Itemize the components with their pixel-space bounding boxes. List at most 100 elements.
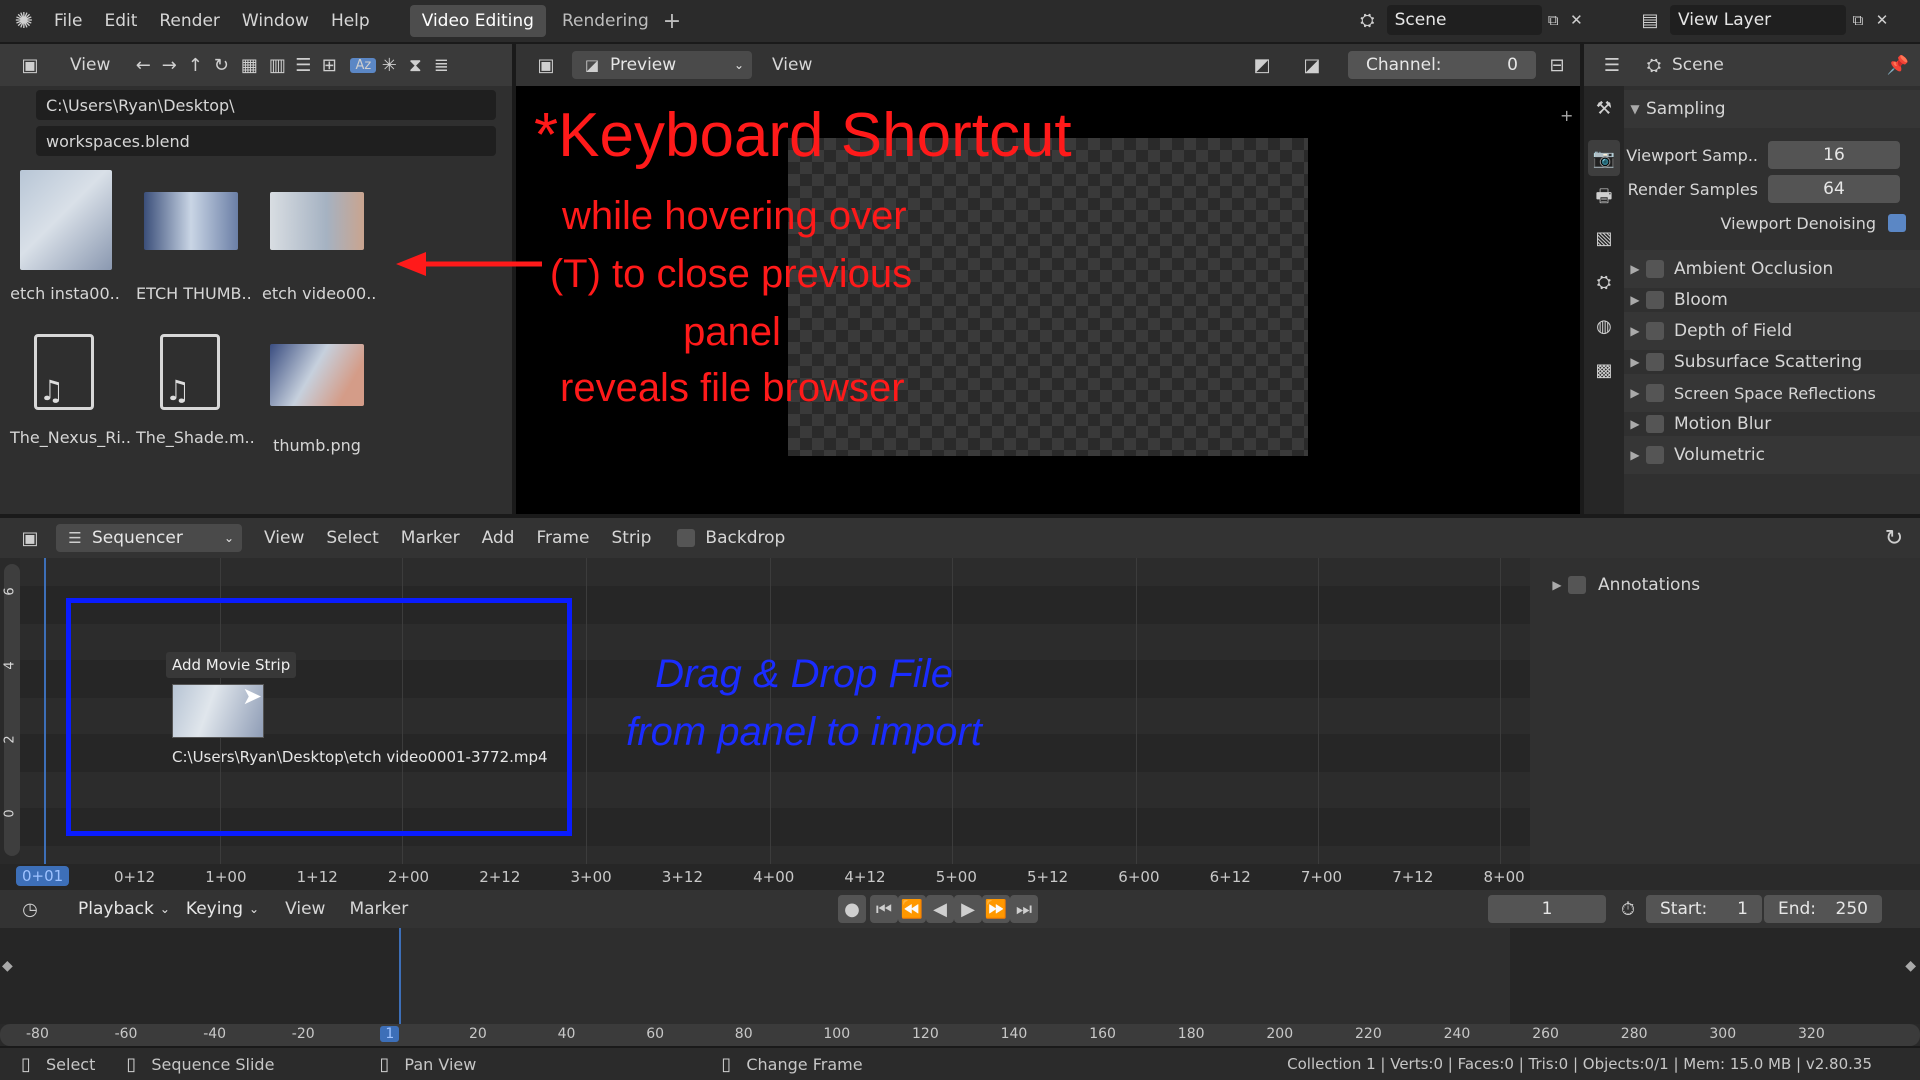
menu-select[interactable]: Select	[326, 528, 378, 548]
copy-icon[interactable]: ⧉	[1542, 11, 1565, 29]
pin-icon[interactable]: 📌	[1886, 55, 1910, 76]
editor-type-icon[interactable]: ▣	[10, 55, 50, 76]
start-frame-field[interactable]: Start: 1	[1646, 895, 1762, 923]
refresh-icon[interactable]: ↻	[208, 55, 234, 76]
channel-scrollbar[interactable]: 6 4 2 0	[3, 564, 20, 856]
enable-checkbox[interactable]	[1646, 353, 1664, 371]
channel-field[interactable]: Channel: 0	[1348, 51, 1536, 79]
menu-window[interactable]: Window	[242, 11, 309, 31]
timeline-marker-menu[interactable]: Marker	[349, 899, 408, 919]
sequencer-type-dropdown[interactable]: ☰ Sequencer ⌄	[56, 524, 242, 552]
timeline-ruler[interactable]: -80 -60 -40 -20 1 20 40 60 80 100 120 140 160 180 200 2…	[0, 1024, 1920, 1046]
menu-edit[interactable]: Edit	[104, 11, 137, 31]
current-frame-field[interactable]: 1	[1488, 895, 1606, 923]
tab-video-editing[interactable]: Video Editing	[409, 5, 546, 37]
view-layer-selector[interactable]: ▤ View Layer ⧉ ✕	[1630, 4, 1918, 36]
playback-menu[interactable]: Playback ⌄	[70, 899, 178, 919]
prev-keyframe-icon[interactable]: ⏪	[898, 895, 926, 923]
path-field[interactable]: C:\Users\Ryan\Desktop\	[36, 90, 496, 120]
enable-checkbox[interactable]	[1646, 291, 1664, 309]
sort-size-icon[interactable]: ≣	[428, 55, 454, 76]
annotations-checkbox[interactable]	[1568, 576, 1586, 594]
enable-checkbox[interactable]	[1646, 415, 1664, 433]
preview-view-menu[interactable]: View	[772, 55, 812, 75]
scene-name-field[interactable]: Scene	[1386, 5, 1542, 35]
sort-time-icon[interactable]: ⧗	[402, 55, 428, 76]
play-icon[interactable]: ▶	[954, 895, 982, 923]
timeline-area[interactable]: ◆ ◆	[0, 928, 1920, 1024]
enable-checkbox[interactable]	[1646, 446, 1664, 464]
close-icon[interactable]: ✕	[1565, 11, 1588, 29]
output-tab-icon[interactable]: 🖶	[1590, 184, 1618, 214]
viewport-samples-field[interactable]: 16	[1768, 141, 1900, 169]
file-item[interactable]: etch insta00..	[10, 170, 120, 310]
play-reverse-icon[interactable]: ◀	[926, 895, 954, 923]
volumetric-panel[interactable]: ▶ Volumetric	[1624, 436, 1920, 474]
overlay-icon[interactable]: ◪	[1292, 55, 1332, 76]
view-menu[interactable]: View	[70, 55, 110, 75]
menu-marker[interactable]: Marker	[401, 528, 460, 548]
lock-icon[interactable]: ⊟	[1542, 55, 1572, 76]
add-workspace-button[interactable]: +	[663, 9, 681, 34]
refresh-icon[interactable]: ↻	[1880, 526, 1908, 551]
menu-file[interactable]: File	[54, 11, 82, 31]
parent-folder-icon[interactable]: ↑	[182, 55, 208, 76]
menu-strip[interactable]: Strip	[611, 528, 651, 548]
sequencer-ruler[interactable]: 0+01 0+12 1+00 1+12 2+00 2+12 3+00 3+12 4+00 4+1…	[0, 864, 1530, 890]
file-item[interactable]: ♫ The_Nexus_Ri..	[10, 334, 131, 474]
tool-tab-icon[interactable]: ⚒	[1590, 98, 1618, 119]
menu-frame[interactable]: Frame	[536, 528, 589, 548]
copy-icon[interactable]: ⧉	[1846, 11, 1870, 29]
list-short-icon[interactable]: ▥	[264, 55, 290, 76]
jump-start-icon[interactable]: ⏮	[870, 895, 898, 923]
preview-range-icon[interactable]: ⏱	[1614, 899, 1642, 920]
clock-icon[interactable]: ◷	[10, 899, 50, 920]
scene-selector[interactable]: ⛭ Scene ⧉ ✕	[1348, 4, 1588, 36]
file-item[interactable]: etch video00..	[262, 170, 376, 310]
new-folder-icon[interactable]: ▦	[234, 55, 264, 76]
menu-view[interactable]: View	[264, 528, 304, 548]
file-item[interactable]: ETCH THUMB..	[136, 170, 252, 310]
editor-type-icon[interactable]: ▣	[10, 528, 50, 549]
menu-add[interactable]: Add	[482, 528, 515, 548]
file-item[interactable]: thumb.png	[262, 334, 372, 474]
expand-left-icon[interactable]: ◆	[2, 958, 13, 974]
viewport-denoising-checkbox[interactable]	[1888, 214, 1906, 232]
sampling-panel-header[interactable]: ▼ Sampling	[1624, 90, 1920, 128]
display-mode-icon[interactable]: ◩	[1242, 55, 1282, 76]
forward-icon[interactable]: →	[156, 55, 182, 76]
backdrop-checkbox[interactable]	[677, 529, 696, 547]
blender-logo-icon[interactable]: ✺	[0, 9, 48, 34]
render-samples-field[interactable]: 64	[1768, 175, 1900, 203]
view-layer-field[interactable]: View Layer	[1670, 5, 1846, 35]
editor-type-icon[interactable]: ☰	[1592, 55, 1632, 76]
view-type-dropdown[interactable]: ◪ Preview ⌄	[572, 51, 752, 79]
editor-type-icon[interactable]: ▣	[526, 55, 566, 76]
enable-checkbox[interactable]	[1646, 260, 1664, 278]
file-item[interactable]: ♫ The_Shade.m..	[136, 334, 255, 474]
enable-checkbox[interactable]	[1646, 384, 1664, 402]
expand-right-icon[interactable]: ◆	[1905, 958, 1916, 974]
record-icon[interactable]: ●	[838, 895, 866, 923]
keying-menu[interactable]: Keying ⌄	[178, 899, 267, 919]
scene-tab-icon[interactable]: ⛭	[1590, 272, 1618, 293]
back-icon[interactable]: ←	[130, 55, 156, 76]
next-keyframe-icon[interactable]: ⏩	[982, 895, 1010, 923]
sort-ext-icon[interactable]: ✳	[376, 55, 402, 76]
menu-help[interactable]: Help	[331, 11, 370, 31]
end-frame-field[interactable]: End: 250	[1764, 895, 1882, 923]
jump-end-icon[interactable]: ⏭	[1010, 895, 1038, 923]
close-icon[interactable]: ✕	[1870, 11, 1894, 29]
annotations-panel[interactable]: ▶ Annotations	[1546, 566, 1920, 604]
render-tab-icon[interactable]: 📷	[1588, 140, 1620, 176]
sort-alpha-icon[interactable]: Az	[350, 57, 377, 73]
timeline-view-menu[interactable]: View	[285, 899, 325, 919]
world-tab-icon[interactable]: ◍	[1590, 316, 1618, 337]
enable-checkbox[interactable]	[1646, 322, 1664, 340]
filename-field[interactable]: workspaces.blend	[36, 126, 496, 156]
menu-render[interactable]: Render	[159, 11, 220, 31]
tab-rendering[interactable]: Rendering	[554, 5, 657, 37]
list-long-icon[interactable]: ☰	[290, 55, 316, 76]
view-layer-tab-icon[interactable]: ▧	[1590, 228, 1618, 249]
timeline-playhead[interactable]	[399, 928, 401, 1024]
